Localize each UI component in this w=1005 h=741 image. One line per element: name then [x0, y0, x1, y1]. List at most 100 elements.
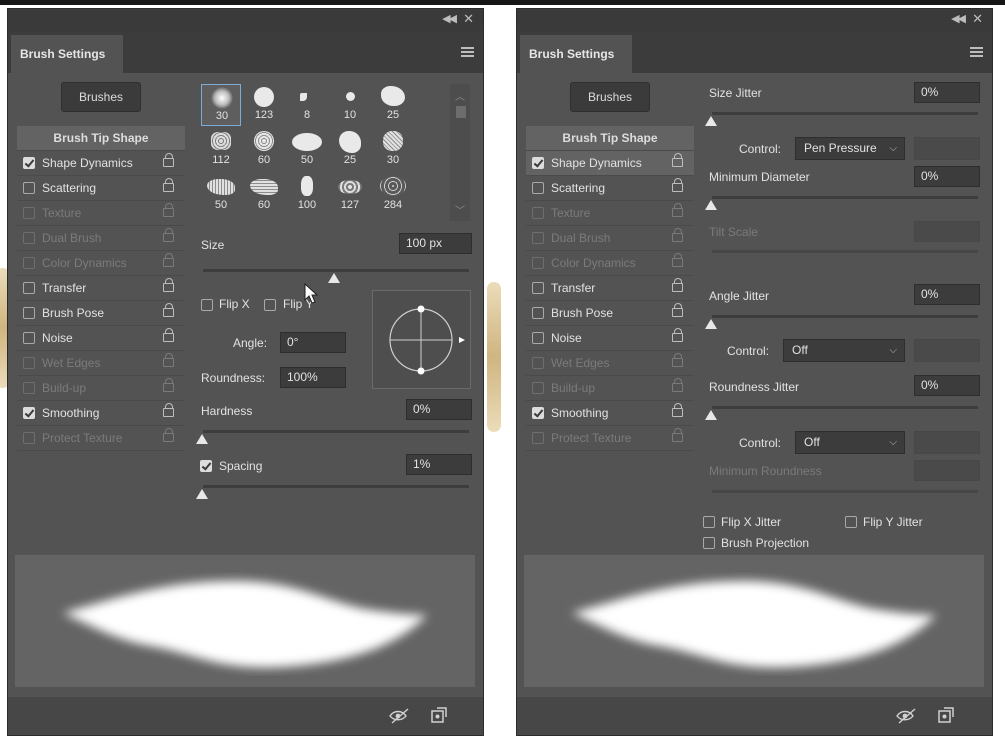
option-color-dynamics[interactable]: Color Dynamics — [17, 251, 185, 276]
minimum-diameter-slider-thumb[interactable] — [705, 200, 717, 210]
angle-jitter-slider-thumb[interactable] — [705, 319, 717, 329]
hamburger-menu-icon[interactable] — [970, 47, 983, 57]
angle-control-dropdown[interactable]: Off ⌵ — [783, 339, 905, 362]
lock-icon[interactable] — [163, 403, 174, 417]
option-checkbox[interactable] — [23, 157, 35, 169]
option-checkbox[interactable] — [23, 257, 35, 269]
size-jitter-slider-thumb[interactable] — [705, 116, 717, 126]
lock-icon[interactable] — [672, 153, 683, 167]
size-input[interactable]: 100 px — [399, 233, 472, 254]
angle-input[interactable]: 0° — [280, 332, 346, 353]
option-checkbox[interactable] — [23, 232, 35, 244]
option-noise[interactable]: Noise — [526, 326, 694, 351]
hardness-slider[interactable] — [203, 430, 469, 433]
size-control-dropdown[interactable]: Pen Pressure ⌵ — [795, 137, 905, 160]
brush-tip-cell[interactable]: 50 — [287, 129, 327, 171]
new-brush-preset-icon[interactable] — [935, 707, 957, 725]
option-noise[interactable]: Noise — [17, 326, 185, 351]
tab-brush-settings[interactable]: Brush Settings — [11, 35, 123, 73]
roundness-jitter-input[interactable]: 0% — [914, 375, 980, 396]
flip-y-checkbox[interactable] — [264, 299, 276, 311]
new-brush-preset-icon[interactable] — [428, 707, 450, 725]
option-smoothing[interactable]: Smoothing — [526, 401, 694, 426]
option-dual-brush[interactable]: Dual Brush — [526, 226, 694, 251]
flip-x-checkbox[interactable] — [201, 299, 213, 311]
lock-icon[interactable] — [672, 178, 683, 192]
option-checkbox[interactable] — [532, 357, 544, 369]
option-checkbox[interactable] — [23, 282, 35, 294]
size-jitter-input[interactable]: 0% — [914, 82, 980, 103]
lock-icon[interactable] — [163, 303, 174, 317]
close-icon[interactable]: ✕ — [463, 11, 474, 27]
lock-icon[interactable] — [672, 278, 683, 292]
option-brush-tip-shape[interactable]: Brush Tip Shape — [17, 126, 185, 151]
tab-brush-settings[interactable]: Brush Settings — [520, 35, 632, 73]
option-texture[interactable]: Texture — [17, 201, 185, 226]
spacing-checkbox[interactable] — [200, 460, 212, 472]
hardness-slider-thumb[interactable] — [196, 434, 208, 444]
scroll-thumb[interactable] — [456, 106, 466, 118]
roundness-input[interactable]: 100% — [280, 367, 346, 388]
lock-icon[interactable] — [672, 378, 683, 392]
option-scattering[interactable]: Scattering — [526, 176, 694, 201]
brush-tip-cell[interactable]: 50 — [201, 174, 241, 216]
roundness-jitter-slider[interactable] — [712, 406, 978, 409]
option-shape-dynamics[interactable]: Shape Dynamics — [526, 151, 694, 176]
brush-tip-cell[interactable]: 112 — [201, 129, 241, 171]
angle-jitter-slider[interactable] — [712, 315, 978, 318]
option-checkbox[interactable] — [23, 182, 35, 194]
option-checkbox[interactable] — [532, 157, 544, 169]
option-build-up[interactable]: Build-up — [526, 376, 694, 401]
lock-icon[interactable] — [672, 253, 683, 267]
option-checkbox[interactable] — [532, 282, 544, 294]
lock-icon[interactable] — [163, 428, 174, 442]
angle-jitter-input[interactable]: 0% — [914, 284, 980, 305]
chevron-up-icon[interactable]: ︿ — [455, 88, 465, 103]
lock-icon[interactable] — [163, 278, 174, 292]
brush-tip-cell[interactable]: 10 — [330, 84, 370, 126]
double-chevron-icon[interactable]: ◀◀ — [951, 12, 966, 25]
lock-icon[interactable] — [672, 403, 683, 417]
option-checkbox[interactable] — [23, 307, 35, 319]
size-slider-thumb[interactable] — [328, 273, 340, 283]
brushes-button[interactable]: Brushes — [61, 82, 141, 112]
lock-icon[interactable] — [672, 328, 683, 342]
lock-icon[interactable] — [163, 228, 174, 242]
option-transfer[interactable]: Transfer — [526, 276, 694, 301]
lock-icon[interactable] — [163, 378, 174, 392]
eye-toggle-icon[interactable] — [388, 707, 410, 725]
option-build-up[interactable]: Build-up — [17, 376, 185, 401]
option-checkbox[interactable] — [532, 407, 544, 419]
minimum-diameter-input[interactable]: 0% — [914, 166, 980, 187]
brush-tip-cell[interactable]: 100 — [287, 174, 327, 216]
brush-tip-cell[interactable]: 30 — [373, 129, 413, 171]
lock-icon[interactable] — [163, 253, 174, 267]
lock-icon[interactable] — [672, 353, 683, 367]
option-checkbox[interactable] — [532, 232, 544, 244]
option-wet-edges[interactable]: Wet Edges — [17, 351, 185, 376]
option-brush-pose[interactable]: Brush Pose — [17, 301, 185, 326]
option-protect-texture[interactable]: Protect Texture — [526, 426, 694, 451]
lock-icon[interactable] — [163, 178, 174, 192]
brush-tip-cell[interactable]: 284 — [373, 174, 413, 216]
minimum-diameter-slider[interactable] — [712, 196, 978, 199]
lock-icon[interactable] — [672, 203, 683, 217]
option-checkbox[interactable] — [532, 307, 544, 319]
double-chevron-icon[interactable]: ◀◀ — [442, 12, 457, 25]
chevron-down-icon[interactable]: ﹀ — [455, 202, 465, 217]
hamburger-menu-icon[interactable] — [461, 47, 474, 57]
option-texture[interactable]: Texture — [526, 201, 694, 226]
option-wet-edges[interactable]: Wet Edges — [526, 351, 694, 376]
option-scattering[interactable]: Scattering — [17, 176, 185, 201]
option-checkbox[interactable] — [532, 182, 544, 194]
option-checkbox[interactable] — [532, 382, 544, 394]
option-shape-dynamics[interactable]: Shape Dynamics — [17, 151, 185, 176]
option-checkbox[interactable] — [23, 207, 35, 219]
brush-tip-cell[interactable]: 60 — [244, 129, 284, 171]
lock-icon[interactable] — [672, 428, 683, 442]
flip-y-jitter-checkbox[interactable] — [845, 516, 857, 528]
option-checkbox[interactable] — [23, 407, 35, 419]
eye-toggle-icon[interactable] — [895, 707, 917, 725]
lock-icon[interactable] — [163, 328, 174, 342]
lock-icon[interactable] — [672, 303, 683, 317]
